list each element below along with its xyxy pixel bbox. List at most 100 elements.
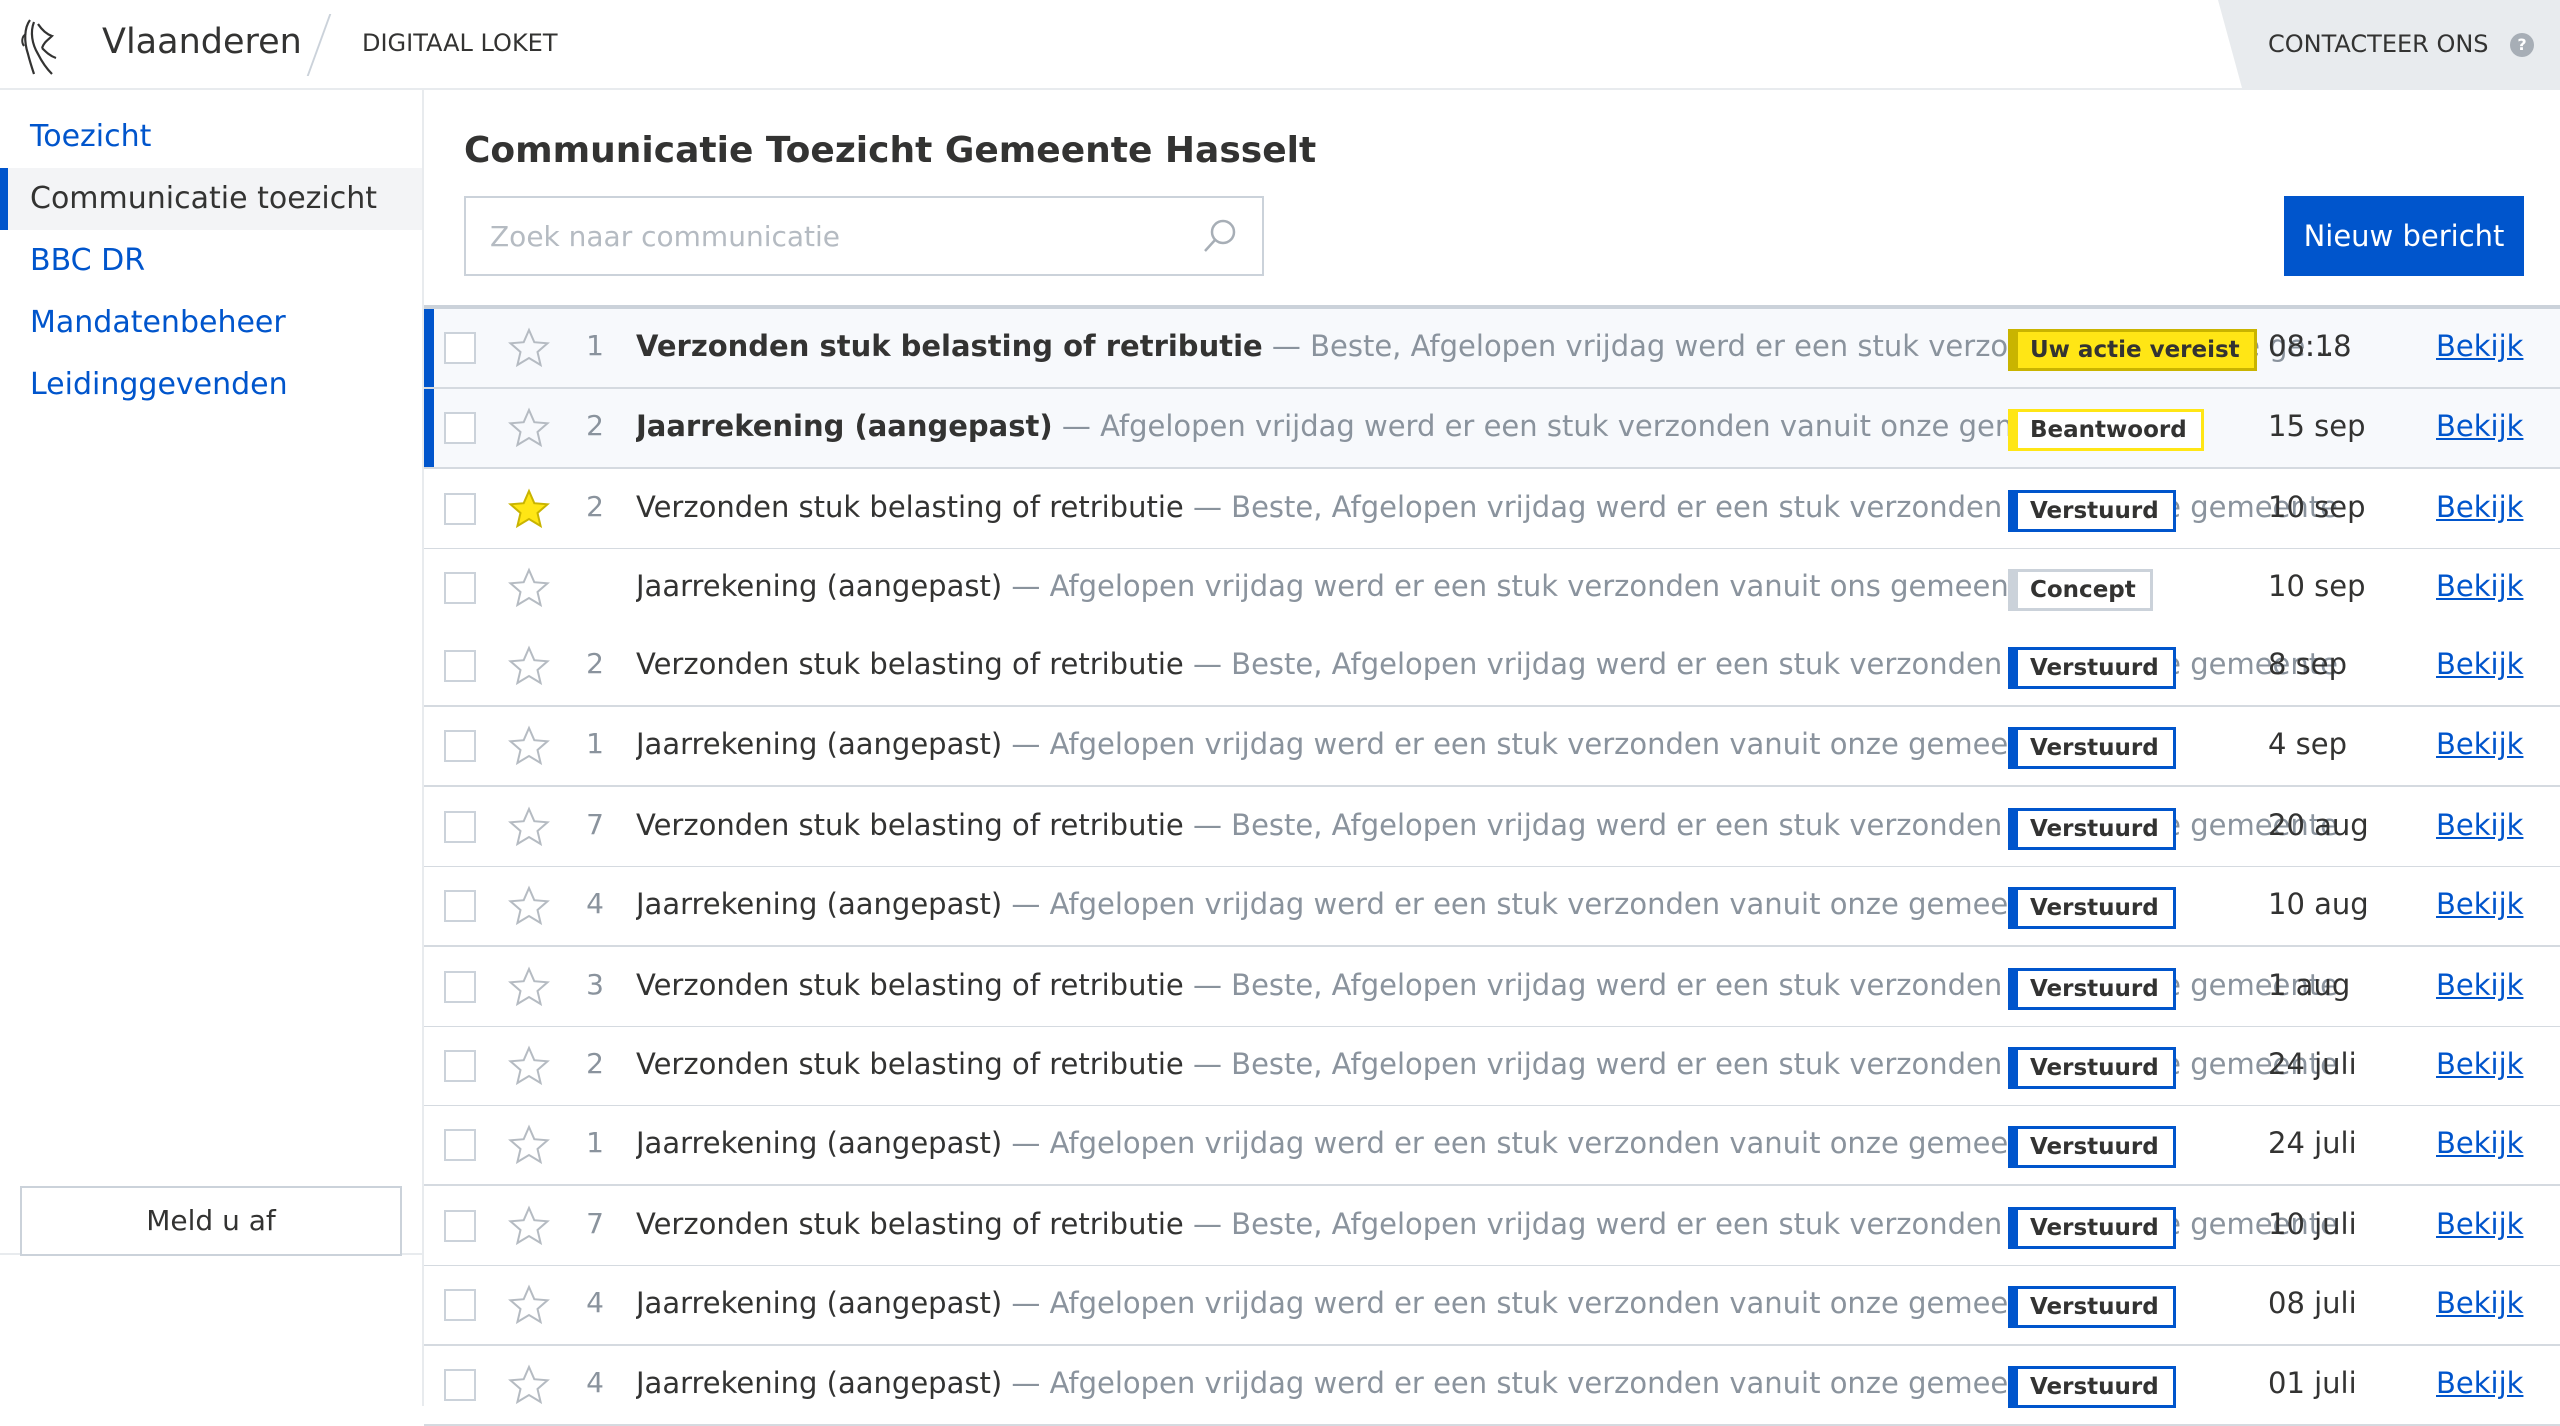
view-link[interactable]: Bekijk <box>2436 409 2523 443</box>
view-link[interactable]: Bekijk <box>2436 1286 2523 1320</box>
search-icon[interactable] <box>1202 218 1238 254</box>
view-link[interactable]: Bekijk <box>2436 808 2523 842</box>
status-badge: Verstuurd <box>2008 968 2176 1010</box>
message-row[interactable]: 2 Verzonden stuk belasting of retributie … <box>424 1027 2560 1107</box>
view-link[interactable]: Bekijk <box>2436 1126 2523 1160</box>
message-count: 1 <box>586 1126 604 1159</box>
status-badge: Verstuurd <box>2008 647 2176 689</box>
message-row[interactable]: 2 Jaarrekening (aangepast) — Afgelopen vr… <box>424 389 2560 469</box>
message-subject: Jaarrekening (aangepast) <box>636 569 1003 603</box>
view-link[interactable]: Bekijk <box>2436 887 2523 921</box>
row-checkbox[interactable] <box>444 332 476 364</box>
star-icon[interactable] <box>508 327 550 369</box>
message-count: 3 <box>586 968 604 1001</box>
logout-button[interactable]: Meld u af <box>20 1186 402 1256</box>
help-icon[interactable]: ? <box>2510 33 2534 57</box>
row-checkbox[interactable] <box>444 730 476 762</box>
view-link[interactable]: Bekijk <box>2436 727 2523 761</box>
brand-name[interactable]: Vlaanderen <box>102 22 302 62</box>
sidebar-item-toezicht[interactable]: Toezicht <box>0 106 422 168</box>
search-input[interactable] <box>466 198 1166 274</box>
contact-link[interactable]: CONTACTEER ONS <box>2268 30 2489 58</box>
message-row[interactable]: 1 Jaarrekening (aangepast) — Afgelopen vr… <box>424 1106 2560 1186</box>
message-row[interactable]: 4 Jaarrekening (aangepast) — Afgelopen vr… <box>424 1266 2560 1346</box>
message-row[interactable]: Jaarrekening (aangepast) — Afgelopen vri… <box>424 549 2560 629</box>
star-icon[interactable] <box>508 1205 550 1247</box>
new-message-button[interactable]: Nieuw bericht <box>2284 196 2524 276</box>
star-icon[interactable] <box>508 1284 550 1326</box>
row-checkbox[interactable] <box>444 1129 476 1161</box>
sidebar-item-mandatenbeheer[interactable]: Mandatenbeheer <box>0 292 422 354</box>
view-link[interactable]: Bekijk <box>2436 1047 2523 1081</box>
message-date: 24 juli <box>2268 1047 2357 1081</box>
row-checkbox[interactable] <box>444 1289 476 1321</box>
star-icon[interactable] <box>508 407 550 449</box>
row-checkbox[interactable] <box>444 1369 476 1401</box>
row-checkbox[interactable] <box>444 493 476 525</box>
flemish-lion-logo-icon[interactable] <box>20 14 60 76</box>
row-checkbox[interactable] <box>444 412 476 444</box>
message-row[interactable]: 7 Verzonden stuk belasting of retributie … <box>424 1187 2560 1267</box>
row-checkbox[interactable] <box>444 890 476 922</box>
message-date: 08:18 <box>2268 329 2352 363</box>
star-icon[interactable] <box>508 488 550 530</box>
message-date: 10 sep <box>2268 569 2366 603</box>
message-subject: Verzonden stuk belasting of retributie <box>636 490 1184 524</box>
message-date: 15 sep <box>2268 409 2366 443</box>
status-badge: Verstuurd <box>2008 808 2176 850</box>
status-badge: Verstuurd <box>2008 1047 2176 1089</box>
message-count: 4 <box>586 1286 604 1319</box>
star-icon[interactable] <box>508 1364 550 1406</box>
sidebar-item-bbc-dr[interactable]: BBC DR <box>0 230 422 292</box>
message-count: 7 <box>586 808 604 841</box>
view-link[interactable]: Bekijk <box>2436 1207 2523 1241</box>
status-badge: Verstuurd <box>2008 1286 2176 1328</box>
status-badge: Uw actie vereist <box>2008 329 2257 371</box>
message-row[interactable]: 2 Verzonden stuk belasting of retributie … <box>424 470 2560 550</box>
view-link[interactable]: Bekijk <box>2436 490 2523 524</box>
star-icon[interactable] <box>508 806 550 848</box>
view-link[interactable]: Bekijk <box>2436 647 2523 681</box>
row-checkbox[interactable] <box>444 811 476 843</box>
view-link[interactable]: Bekijk <box>2436 1366 2523 1400</box>
message-preview: — Afgelopen vrijdag werd er een stuk ver… <box>1002 1286 2056 1320</box>
star-icon[interactable] <box>508 885 550 927</box>
message-row[interactable]: 2 Verzonden stuk belasting of retributie … <box>424 627 2560 707</box>
view-link[interactable]: Bekijk <box>2436 968 2523 1002</box>
row-checkbox[interactable] <box>444 650 476 682</box>
status-badge: Beantwoord <box>2008 409 2204 451</box>
message-row[interactable]: 4 Jaarrekening (aangepast) — Afgelopen vr… <box>424 867 2560 947</box>
message-count: 4 <box>586 887 604 920</box>
sidebar-item-leidinggevenden[interactable]: Leidinggevenden <box>0 354 422 416</box>
message-preview: — Afgelopen vrijdag werd er een stuk ver… <box>1002 569 2150 603</box>
section-title[interactable]: DIGITAAL LOKET <box>362 29 558 57</box>
star-icon[interactable] <box>508 567 550 609</box>
view-link[interactable]: Bekijk <box>2436 569 2523 603</box>
message-row[interactable]: 4 Jaarrekening (aangepast) — Afgelopen vr… <box>424 1346 2560 1426</box>
message-row[interactable]: 3 Verzonden stuk belasting of retributie … <box>424 948 2560 1028</box>
message-row[interactable]: 1 Jaarrekening (aangepast) — Afgelopen vr… <box>424 707 2560 787</box>
message-date: 20 aug <box>2268 808 2369 842</box>
message-date: 10 sep <box>2268 490 2366 524</box>
message-subject: Verzonden stuk belasting of retributie <box>636 647 1184 681</box>
row-checkbox[interactable] <box>444 971 476 1003</box>
message-subject: Verzonden stuk belasting of retributie <box>636 808 1184 842</box>
star-icon[interactable] <box>508 725 550 767</box>
row-checkbox[interactable] <box>444 1050 476 1082</box>
message-count: 7 <box>586 1207 604 1240</box>
message-row[interactable]: 7 Verzonden stuk belasting of retributie … <box>424 788 2560 868</box>
star-icon[interactable] <box>508 645 550 687</box>
row-checkbox[interactable] <box>444 572 476 604</box>
message-count: 4 <box>586 1366 604 1399</box>
message-date: 08 juli <box>2268 1286 2357 1320</box>
star-icon[interactable] <box>508 1045 550 1087</box>
view-link[interactable]: Bekijk <box>2436 329 2523 363</box>
top-header: Vlaanderen DIGITAAL LOKET CONTACTEER ONS… <box>0 0 2560 90</box>
star-icon[interactable] <box>508 1124 550 1166</box>
status-badge: Verstuurd <box>2008 490 2176 532</box>
message-row[interactable]: 1 Verzonden stuk belasting of retributie … <box>424 309 2560 389</box>
sidebar-item-communicatie-toezicht[interactable]: Communicatie toezicht <box>0 168 422 230</box>
message-count: 1 <box>586 727 604 760</box>
star-icon[interactable] <box>508 966 550 1008</box>
row-checkbox[interactable] <box>444 1210 476 1242</box>
